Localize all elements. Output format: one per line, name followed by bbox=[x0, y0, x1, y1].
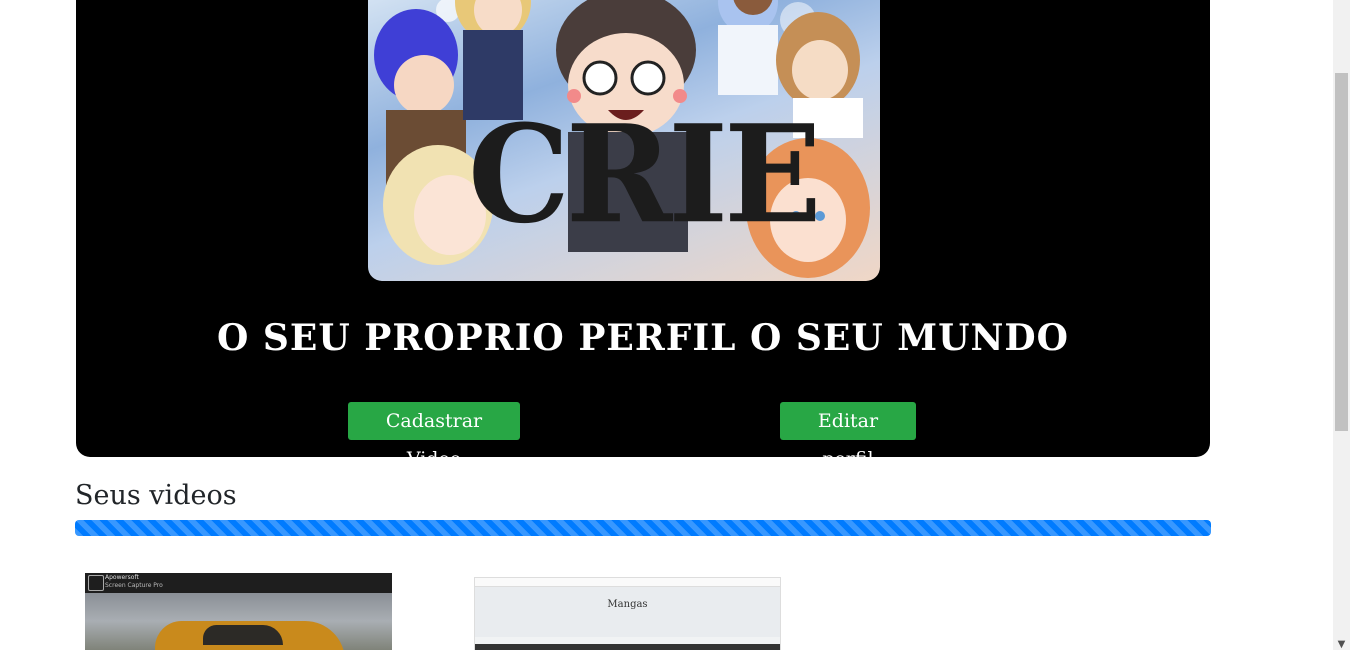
scrollbar-thumb[interactable] bbox=[1335, 73, 1348, 431]
car-window bbox=[203, 625, 283, 645]
videos-section-title: Seus videos bbox=[75, 480, 237, 511]
app-logo-icon bbox=[88, 575, 104, 591]
chevron-down-icon[interactable]: ▼ bbox=[1333, 636, 1350, 650]
page: CRIE O SEU PROPRIO PERFIL O SEU MUNDO Ca… bbox=[0, 0, 1350, 650]
thumbnail-dark-band bbox=[475, 644, 780, 650]
thumbnail-titlebar: Apowersoft Screen Capture Pro bbox=[85, 573, 392, 593]
videos-progress bbox=[75, 520, 1211, 536]
video-thumbnail[interactable]: Mangas bbox=[474, 577, 781, 650]
edit-profile-button[interactable]: Editar perfil bbox=[780, 402, 916, 470]
thumbnail-app-title: Apowersoft bbox=[105, 574, 139, 581]
thumbnail-browser-bar bbox=[475, 578, 780, 587]
thumbnail-page-title: Mangas bbox=[607, 599, 648, 610]
page-scrollbar[interactable]: ▼ bbox=[1333, 0, 1350, 650]
banner-title: CRIE bbox=[468, 96, 822, 254]
hero-tagline: O SEU PROPRIO PERFIL O SEU MUNDO bbox=[217, 317, 1069, 359]
video-thumbnail[interactable]: Apowersoft Screen Capture Pro bbox=[85, 573, 392, 650]
videos-progress-bar bbox=[75, 520, 1211, 536]
thumbnail-app-subtitle: Screen Capture Pro bbox=[105, 582, 163, 589]
register-video-button[interactable]: Cadastrar Video bbox=[348, 402, 520, 470]
thumbnail-jumbotron bbox=[475, 587, 780, 637]
hero-panel: CRIE O SEU PROPRIO PERFIL O SEU MUNDO Ca… bbox=[76, 0, 1210, 470]
hero-banner-image: CRIE bbox=[368, 0, 880, 281]
